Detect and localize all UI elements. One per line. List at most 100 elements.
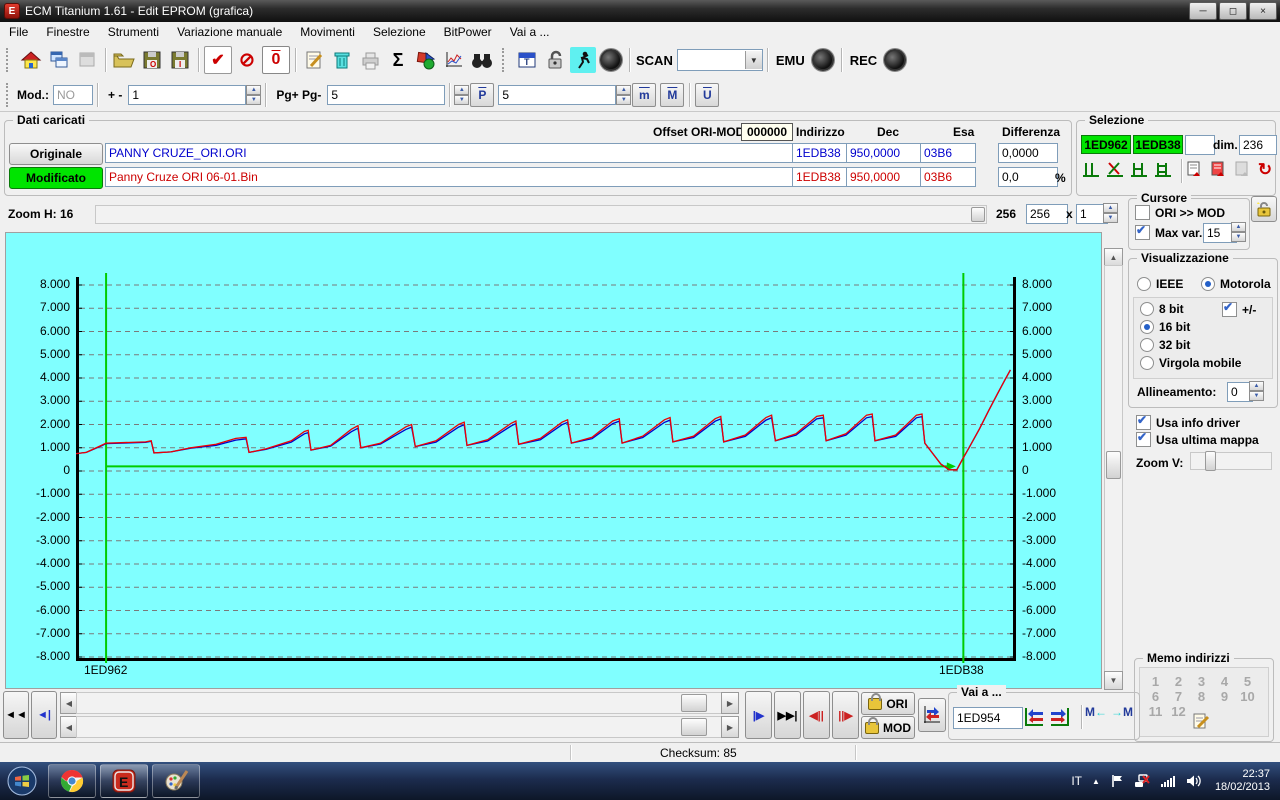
selection-extra-field[interactable] <box>1185 135 1215 155</box>
zoomh-spinner[interactable]: ▲ ▼ <box>1103 203 1118 223</box>
apply-check-icon[interactable]: ✔ <box>204 46 232 74</box>
cancel-changes-icon[interactable]: ⊘ <box>234 47 260 73</box>
save-ori-icon[interactable]: O <box>139 47 165 73</box>
select-start-icon[interactable] <box>1080 159 1102 181</box>
vai-a-field[interactable]: 1ED954 <box>953 707 1023 729</box>
unlock-icon[interactable] <box>542 47 568 73</box>
memo-slot[interactable]: 12 <box>1167 704 1190 719</box>
goto-first-button[interactable]: ◄◄ <box>3 691 29 739</box>
language-indicator[interactable]: IT <box>1071 774 1082 788</box>
max-var-checkbox[interactable] <box>1135 223 1150 240</box>
radio-ieee[interactable] <box>1137 277 1151 291</box>
percent-mode-icon[interactable]: P <box>470 82 495 107</box>
copy-sel-mod-icon[interactable] <box>1208 159 1230 181</box>
start-button[interactable] <box>0 763 44 799</box>
reset-zero-icon[interactable]: 0 <box>262 46 290 74</box>
menu-item-bitpower[interactable]: BitPower <box>435 23 501 41</box>
plusminus-checkbox[interactable] <box>1222 300 1237 317</box>
refresh-icon[interactable]: ↻ <box>1254 159 1276 181</box>
plusminus-checkbox-row[interactable]: +/- <box>1222 300 1256 317</box>
memo-slot[interactable]: 9 <box>1213 689 1236 704</box>
memo-slot[interactable]: 8 <box>1190 689 1213 704</box>
mod-value-field[interactable]: NO <box>53 84 93 105</box>
goto-last-button[interactable]: ▶▶| <box>774 691 801 739</box>
radio-virgola-row[interactable]: Virgola mobile <box>1140 356 1241 370</box>
radio-32bit-row[interactable]: 32 bit <box>1140 338 1190 352</box>
network-disconnected-icon[interactable] <box>1134 774 1150 788</box>
radio-16bit[interactable] <box>1140 320 1154 334</box>
modificato-button[interactable]: Modificato <box>9 167 103 189</box>
select-cancel-icon[interactable] <box>1104 159 1126 181</box>
hscroll1-thumb[interactable] <box>681 694 707 712</box>
prev-diff-button[interactable]: ◀|| <box>803 691 830 739</box>
ori-mod-checkbox[interactable] <box>1135 205 1150 220</box>
maximize-button[interactable]: ◻ <box>1219 2 1247 20</box>
memo-slot[interactable]: 5 <box>1236 674 1259 689</box>
p-spinner[interactable]: ▲ ▼ <box>616 84 632 105</box>
modificato-file-field[interactable]: Panny Cruze ORI 06-01.Bin <box>105 167 795 187</box>
menu-item-movimenti[interactable]: Movimenti <box>291 23 364 41</box>
memo-forward-icon[interactable]: →M <box>1111 705 1133 719</box>
minimize-button[interactable]: ─ <box>1189 2 1217 20</box>
usa-info-checkbox[interactable] <box>1136 413 1151 430</box>
chart-plot[interactable] <box>76 273 1016 663</box>
compare-axes-button[interactable] <box>918 698 946 732</box>
memo-slot[interactable]: 6 <box>1144 689 1167 704</box>
action-center-flag-icon[interactable] <box>1110 774 1124 788</box>
memo-slot[interactable]: 4 <box>1213 674 1236 689</box>
radio-ieee-row[interactable]: IEEE <box>1137 277 1183 291</box>
hscroll1-right-button[interactable]: ▶ <box>721 692 739 714</box>
open-file-icon[interactable] <box>111 47 137 73</box>
menu-item-variazione-manuale[interactable]: Variazione manuale <box>168 23 291 41</box>
hscroll2-track[interactable] <box>76 716 723 738</box>
step-spinner[interactable]: ▲ ▼ <box>246 84 262 105</box>
radio-32bit[interactable] <box>1140 338 1154 352</box>
vscroll-down-button[interactable]: ▼ <box>1104 671 1123 690</box>
memo-slot[interactable]: 1 <box>1144 674 1167 689</box>
chart-area[interactable]: 8.000 7.000 6.000 5.000 4.000 3.000 2.000 1.000… <box>5 232 1102 689</box>
menu-item-vai-a-[interactable]: Vai a ... <box>501 23 559 41</box>
menu-item-finestre[interactable]: Finestre <box>37 23 98 41</box>
usa-mappa-checkbox[interactable] <box>1136 430 1151 447</box>
allineamento-spinner[interactable]: ▲ ▼ <box>1249 381 1264 401</box>
memo-back-icon[interactable]: M← <box>1085 705 1107 719</box>
tray-expand-icon[interactable]: ▲ <box>1092 777 1100 786</box>
memo-slot[interactable]: 10 <box>1236 689 1259 704</box>
selection-start-field[interactable]: 1ED962 <box>1081 135 1131 154</box>
radio-16bit-row[interactable]: 16 bit <box>1140 320 1190 334</box>
signal-strength-icon[interactable] <box>1160 774 1176 788</box>
select-cursor-icon[interactable] <box>1128 159 1150 181</box>
zoomv-slider[interactable] <box>1190 451 1272 471</box>
radio-8bit[interactable] <box>1140 302 1154 316</box>
memo-slot[interactable]: 3 <box>1190 674 1213 689</box>
shapes-icon[interactable] <box>413 47 439 73</box>
ori-view-button[interactable]: ORI <box>861 692 915 715</box>
radio-virgola[interactable] <box>1140 356 1154 370</box>
zoomh-slider[interactable] <box>95 205 987 224</box>
ori-mod-checkbox-row[interactable]: ORI >> MOD <box>1135 205 1225 220</box>
radio-motorola-row[interactable]: Motorola <box>1201 277 1271 291</box>
radio-motorola[interactable] <box>1201 277 1215 291</box>
taskbar-paint-button[interactable] <box>152 764 200 798</box>
step-forward-button[interactable]: |▶ <box>745 691 772 739</box>
hscroll1-track[interactable] <box>76 692 723 714</box>
sum-sigma-icon[interactable]: Σ <box>385 47 411 73</box>
usa-info-row[interactable]: Usa info driver <box>1136 413 1240 430</box>
search-binoculars-icon[interactable] <box>469 47 495 73</box>
hscroll2-thumb[interactable] <box>681 718 707 736</box>
originale-button[interactable]: Originale <box>9 143 103 165</box>
home-icon[interactable] <box>18 47 44 73</box>
min-value-icon[interactable]: m <box>632 82 657 107</box>
memo-slot[interactable]: 11 <box>1144 704 1167 719</box>
vscroll-thumb[interactable] <box>1106 451 1121 479</box>
clock[interactable]: 22:37 18/02/2013 <box>1215 768 1270 794</box>
memo-edit-icon[interactable] <box>1192 712 1210 733</box>
selection-end-field[interactable]: 1EDB38 <box>1133 135 1183 154</box>
pg-spinner[interactable]: ▲ ▼ <box>454 84 470 105</box>
p-field[interactable]: 5 <box>498 84 617 105</box>
max-value-icon[interactable]: M <box>660 82 685 107</box>
hscroll2-right-button[interactable]: ▶ <box>721 716 739 738</box>
close-button[interactable]: × <box>1249 2 1277 20</box>
scan-dropdown[interactable]: ▼ <box>676 49 763 71</box>
taskbar-ecm-button[interactable]: E <box>100 764 148 798</box>
